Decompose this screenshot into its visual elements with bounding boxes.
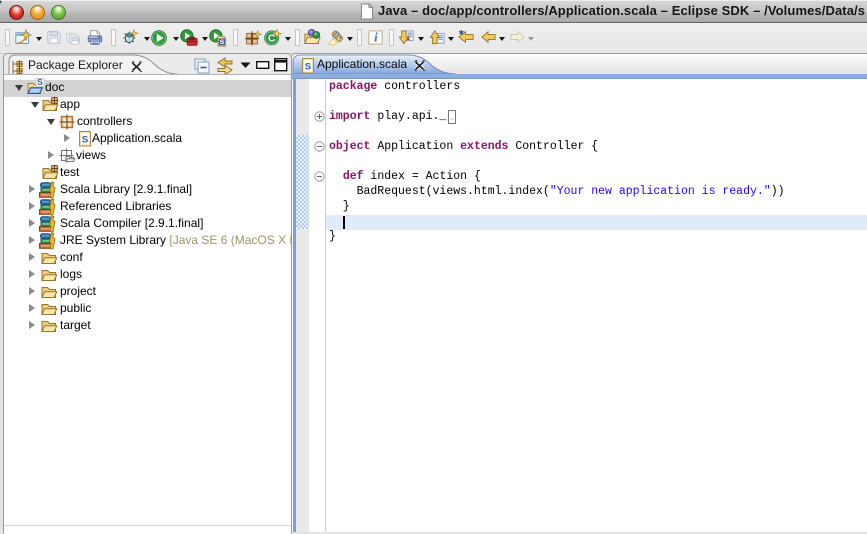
- svg-text:S: S: [220, 39, 225, 46]
- svg-text:i: i: [374, 30, 378, 44]
- svg-text:C: C: [268, 34, 276, 45]
